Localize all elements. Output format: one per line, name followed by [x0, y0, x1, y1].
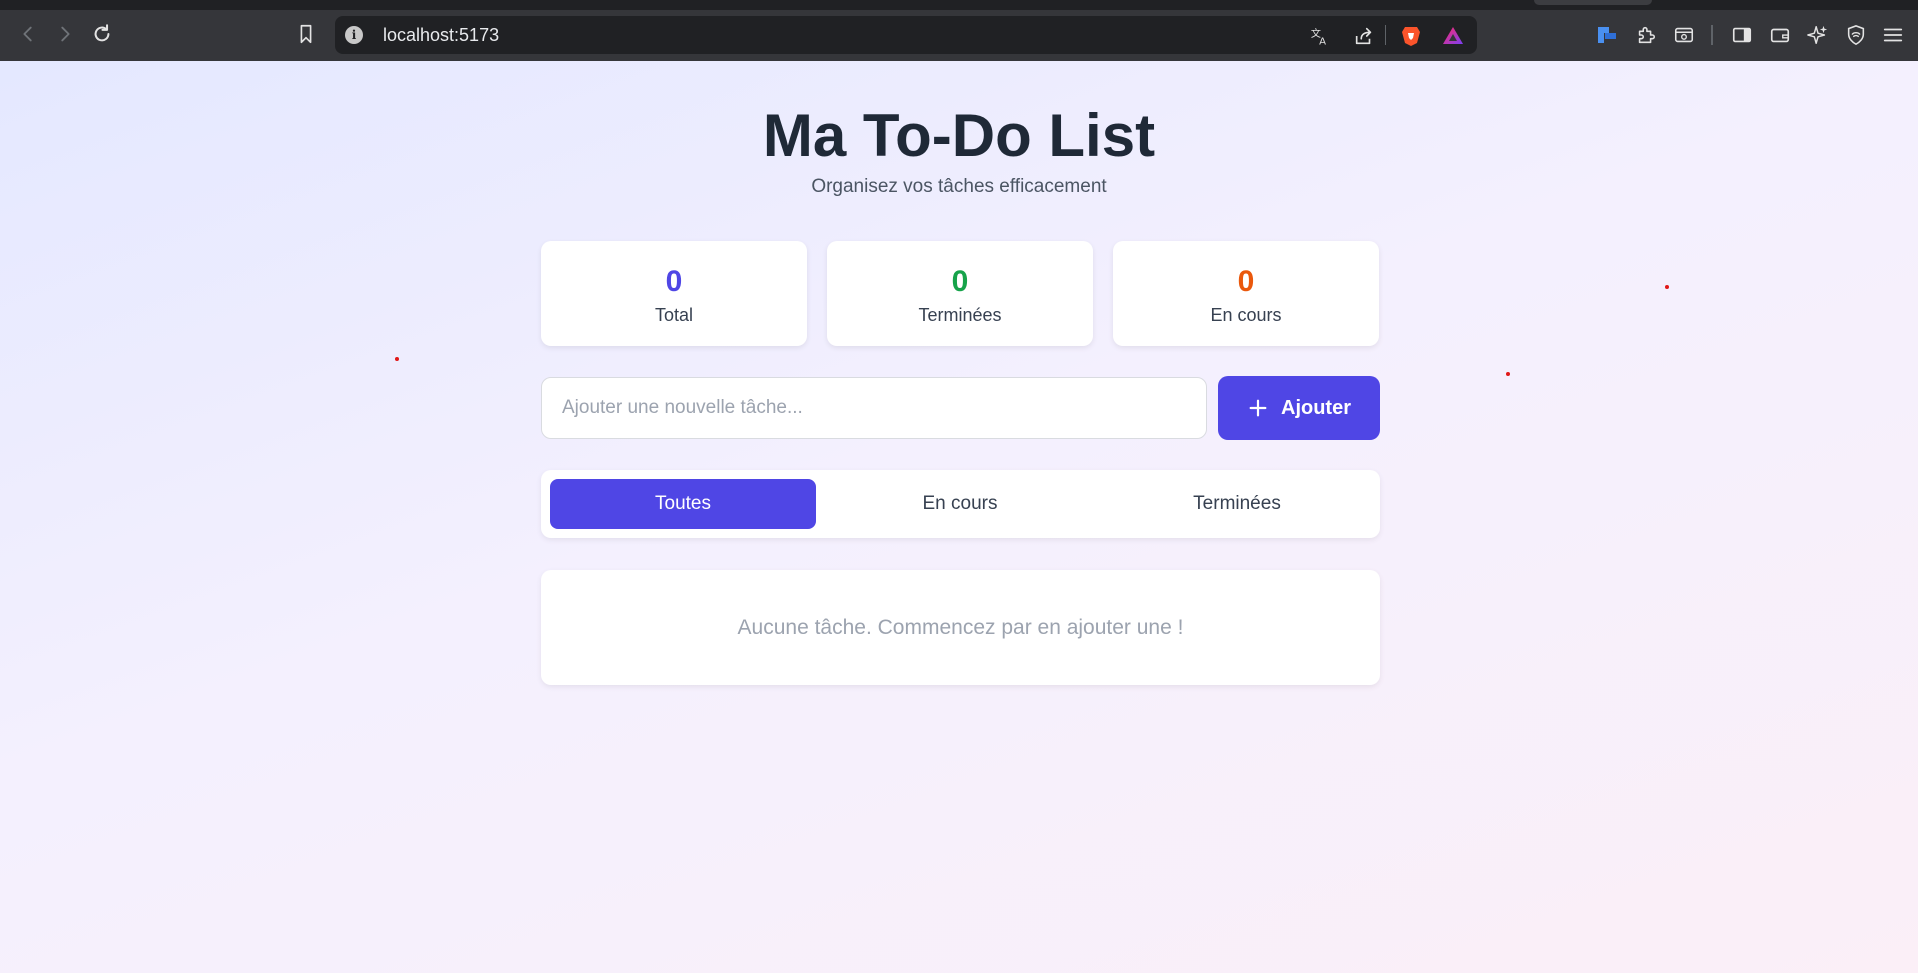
tab-all[interactable]: Toutes	[550, 479, 816, 529]
reload-icon[interactable]	[88, 20, 116, 48]
new-task-input[interactable]	[541, 377, 1207, 439]
stat-value: 0	[665, 265, 683, 298]
rewards-triangle-icon[interactable]	[1441, 24, 1465, 48]
extension-puzzle-icon[interactable]	[1633, 22, 1659, 48]
decor-dot	[1506, 372, 1510, 376]
plus-icon	[1249, 399, 1267, 417]
stat-value: 0	[951, 265, 969, 298]
decor-dot	[1665, 285, 1669, 289]
extension-app-icon[interactable]	[1594, 22, 1620, 48]
url-text[interactable]: localhost:5173	[383, 25, 499, 46]
back-icon[interactable]	[14, 20, 42, 48]
reader-mode-icon[interactable]	[1671, 22, 1697, 48]
address-bar-divider	[1385, 25, 1386, 45]
address-bar[interactable]: i localhost:5173 文A	[335, 16, 1477, 54]
share-icon[interactable]	[1352, 24, 1376, 48]
stat-card-completed: 0 Terminées	[827, 241, 1093, 346]
wallet-icon[interactable]	[1767, 22, 1793, 48]
vpn-shield-icon[interactable]	[1843, 22, 1869, 48]
page-subtitle: Organisez vos tâches efficacement	[811, 176, 1107, 197]
stat-label: En cours	[1210, 305, 1282, 325]
translate-icon[interactable]: 文A	[1308, 24, 1332, 48]
hamburger-menu-icon[interactable]	[1880, 22, 1906, 48]
bookmark-icon[interactable]	[292, 20, 320, 48]
tab-in-progress[interactable]: En cours	[827, 479, 1093, 529]
empty-task-list: Aucune tâche. Commencez par en ajouter u…	[541, 570, 1380, 685]
stat-label: Total	[654, 305, 694, 325]
stat-label: Terminées	[918, 305, 1002, 325]
stat-card-total: 0 Total	[541, 241, 807, 346]
toolbar-divider	[1711, 25, 1713, 45]
app-page: Ma To-Do List Organisez vos tâches effic…	[0, 61, 1918, 973]
browser-tab[interactable]	[1534, 0, 1652, 5]
page-title: Ma To-Do List	[762, 102, 1156, 169]
brave-lion-icon[interactable]	[1399, 24, 1423, 48]
add-task-button[interactable]: Ajouter	[1218, 376, 1380, 440]
stat-card-in-progress: 0 En cours	[1113, 241, 1379, 346]
sidebar-icon[interactable]	[1729, 22, 1755, 48]
site-info-icon[interactable]: i	[345, 26, 363, 44]
browser-toolbar: i localhost:5173 文A	[0, 0, 1918, 61]
add-task-label: Ajouter	[1281, 396, 1351, 419]
stat-value: 0	[1237, 265, 1255, 298]
filter-tabs: Toutes En cours Terminées	[541, 470, 1380, 538]
sparkle-icon[interactable]	[1805, 22, 1831, 48]
svg-text:A: A	[1319, 36, 1326, 47]
forward-icon[interactable]	[51, 20, 79, 48]
empty-message: Aucune tâche. Commencez par en ajouter u…	[737, 615, 1184, 639]
tab-completed[interactable]: Terminées	[1104, 479, 1370, 529]
decor-dot	[395, 357, 399, 361]
